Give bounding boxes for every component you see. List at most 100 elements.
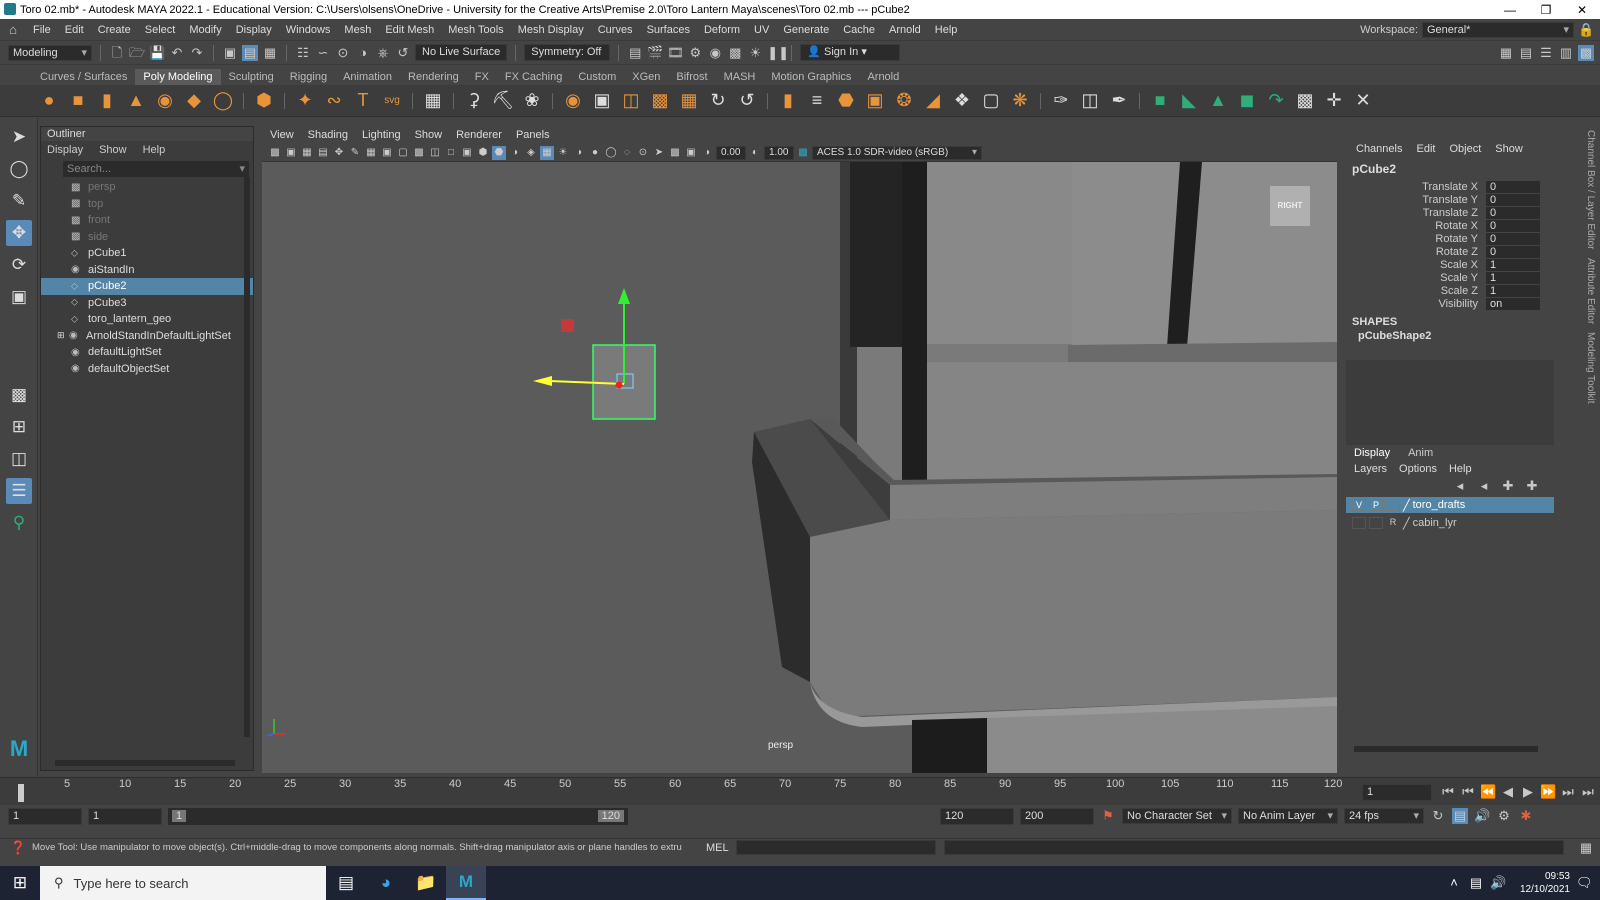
shelf-tab-rigging[interactable]: Rigging	[282, 69, 335, 85]
layer-editor-icon[interactable]: ▩	[1578, 44, 1594, 61]
menu-create[interactable]: Create	[91, 24, 138, 36]
attr-value[interactable]: 1	[1486, 271, 1540, 284]
bool-icon[interactable]: ▣	[862, 88, 888, 114]
sign-in-dropdown[interactable]: 👤 Sign In ▾	[800, 44, 901, 61]
outliner-item-aistandin[interactable]: ◉ aiStandIn	[41, 262, 253, 279]
use-all-lights-icon[interactable]: ☀	[556, 146, 570, 160]
outliner-item-pcube2[interactable]: ⬦ pCube2	[41, 278, 253, 295]
taskbar-search-box[interactable]: ⚲ Type here to search	[40, 866, 326, 900]
attribute-editor-icon[interactable]: ▤	[1518, 45, 1534, 61]
circularize-icon[interactable]: ❂	[891, 88, 917, 114]
animation-prefs-icon[interactable]: ⚙	[1496, 808, 1512, 824]
attr-scale-y[interactable]: Scale Y 1	[1346, 271, 1554, 284]
outliner-scrollbar[interactable]	[244, 177, 250, 737]
select-component-icon[interactable]: ▦	[262, 45, 278, 61]
viewport-menu-renderer[interactable]: Renderer	[456, 129, 502, 141]
single-perspective-layout-icon[interactable]: ▩	[6, 382, 32, 408]
tray-chevron-icon[interactable]: ˄	[1446, 875, 1462, 891]
save-scene-icon[interactable]: 💾	[149, 45, 165, 61]
scale-tool-icon[interactable]: ▣	[6, 284, 32, 310]
shelf-tab-curves-surfaces[interactable]: Curves / Surfaces	[32, 69, 135, 85]
poke-icon[interactable]: ❖	[949, 88, 975, 114]
channel-menu-channels[interactable]: Channels	[1356, 143, 1402, 155]
move-layer-up-icon[interactable]: ◂	[1452, 478, 1468, 494]
four-view-layout-icon[interactable]: ⊞	[6, 414, 32, 440]
target-weld-icon[interactable]: ✒	[1106, 88, 1132, 114]
lock-icon[interactable]: 🔒	[1578, 22, 1594, 38]
menu-mesh-display[interactable]: Mesh Display	[511, 24, 591, 36]
planar-mapping-icon[interactable]: ⚳	[461, 88, 487, 114]
channel-menu-object[interactable]: Object	[1449, 143, 1481, 155]
home-icon[interactable]: ⌂	[0, 22, 26, 37]
bridge-icon[interactable]: ≡	[804, 88, 830, 114]
current-frame-field[interactable]: 1	[1362, 784, 1432, 801]
modeling-toolkit-icon[interactable]: ▦	[1498, 45, 1514, 61]
poly-torus-icon[interactable]: ◉	[152, 88, 178, 114]
poly-sphere-icon[interactable]: ●	[36, 88, 62, 114]
play-backwards-icon[interactable]: ◀	[1500, 784, 1516, 800]
menu-display[interactable]: Display	[229, 24, 279, 36]
select-similar-icon[interactable]: ■	[1147, 88, 1173, 114]
maya-app-icon[interactable]: M	[446, 866, 486, 900]
layer-name[interactable]: cabin_lyr	[1413, 517, 1457, 529]
render-frame-icon[interactable]: 🎬	[647, 45, 663, 61]
checker-icon[interactable]: ▩	[1292, 88, 1318, 114]
select-edge-ring-icon[interactable]: ↷	[1263, 88, 1289, 114]
anim-layer-dropdown[interactable]: No Anim Layer	[1238, 808, 1338, 824]
loop-icon[interactable]: ↻	[1430, 808, 1446, 824]
snap-view-icon[interactable]: ◑	[355, 45, 371, 61]
go-to-start-icon[interactable]: ⏮	[1440, 784, 1456, 800]
snap-surface-icon[interactable]: ⎈	[375, 45, 391, 61]
close-icon[interactable]: ✕	[1564, 3, 1600, 17]
shadows-icon[interactable]: ◑	[572, 146, 586, 160]
attr-scale-x[interactable]: Scale X 1	[1346, 258, 1554, 271]
menu-arnold[interactable]: Arnold	[882, 24, 928, 36]
fps-dropdown[interactable]: 24 fps	[1344, 808, 1424, 824]
type-tool-icon[interactable]: T	[350, 88, 376, 114]
open-scene-icon[interactable]: 🗁	[129, 45, 145, 61]
grid-icon[interactable]: ▦	[364, 146, 378, 160]
attr-value[interactable]: 0	[1486, 193, 1540, 206]
attr-value[interactable]: 0	[1486, 219, 1540, 232]
ipr-render-icon[interactable]: 🎞	[667, 45, 684, 61]
bevel-icon[interactable]: ⬣	[833, 88, 859, 114]
side-tab-modeling-toolkit[interactable]: Modeling Toolkit	[1585, 332, 1596, 404]
attr-rotate-x[interactable]: Rotate X 0	[1346, 219, 1554, 232]
viewport-menu-panels[interactable]: Panels	[516, 129, 550, 141]
script-editor-icon[interactable]: ▦	[1578, 840, 1594, 856]
layer-menu-layers[interactable]: Layers	[1354, 463, 1387, 475]
outliner-item-side[interactable]: ▩ side	[41, 229, 253, 246]
hypershade-icon[interactable]: ◉	[707, 45, 723, 61]
shelf-tab-fx[interactable]: FX	[467, 69, 497, 85]
delete-history-icon[interactable]: ✕	[1350, 88, 1376, 114]
select-edge-loop-icon[interactable]: ◼	[1234, 88, 1260, 114]
select-tool-icon[interactable]: ➤	[6, 124, 32, 150]
attr-rotate-y[interactable]: Rotate Y 0	[1346, 232, 1554, 245]
gamma-field[interactable]: 1.00	[764, 145, 794, 160]
wireframe-on-shaded-icon[interactable]: ◈	[524, 146, 538, 160]
attr-visibility[interactable]: Visibility on	[1346, 297, 1554, 310]
motion-blur-icon[interactable]: ◯	[604, 146, 618, 160]
shelf-tab-arnold[interactable]: Arnold	[859, 69, 907, 85]
poly-disc-icon[interactable]: ◯	[210, 88, 236, 114]
outliner-hscrollbar[interactable]	[55, 760, 235, 766]
layer-playback-toggle[interactable]	[1369, 517, 1383, 529]
shape-node-name[interactable]: pCubeShape2	[1346, 328, 1554, 342]
outliner-item-default-light-set[interactable]: ◉ defaultLightSet	[41, 344, 253, 361]
wedge-icon[interactable]: ◢	[920, 88, 946, 114]
viewport-menu-lighting[interactable]: Lighting	[362, 129, 401, 141]
menu-select[interactable]: Select	[138, 24, 183, 36]
multi-cut-icon[interactable]: ✑	[1048, 88, 1074, 114]
character-set-dropdown[interactable]: No Character Set	[1122, 808, 1232, 824]
bookmarks-icon[interactable]: ▦	[300, 146, 314, 160]
menu-set-dropdown[interactable]: Modeling	[8, 44, 92, 61]
outliner-item-top[interactable]: ▩ top	[41, 196, 253, 213]
outliner-menu-help[interactable]: Help	[143, 144, 166, 156]
layer-tab-anim[interactable]: Anim	[1408, 447, 1433, 459]
transfer-attributes-icon[interactable]: ✛	[1321, 88, 1347, 114]
step-back-key-icon[interactable]: ⏪	[1480, 784, 1496, 800]
layer-menu-help[interactable]: Help	[1449, 463, 1472, 475]
menu-cache[interactable]: Cache	[836, 24, 882, 36]
attr-value[interactable]: 1	[1486, 284, 1540, 297]
shelf-tab-fx-caching[interactable]: FX Caching	[497, 69, 570, 85]
